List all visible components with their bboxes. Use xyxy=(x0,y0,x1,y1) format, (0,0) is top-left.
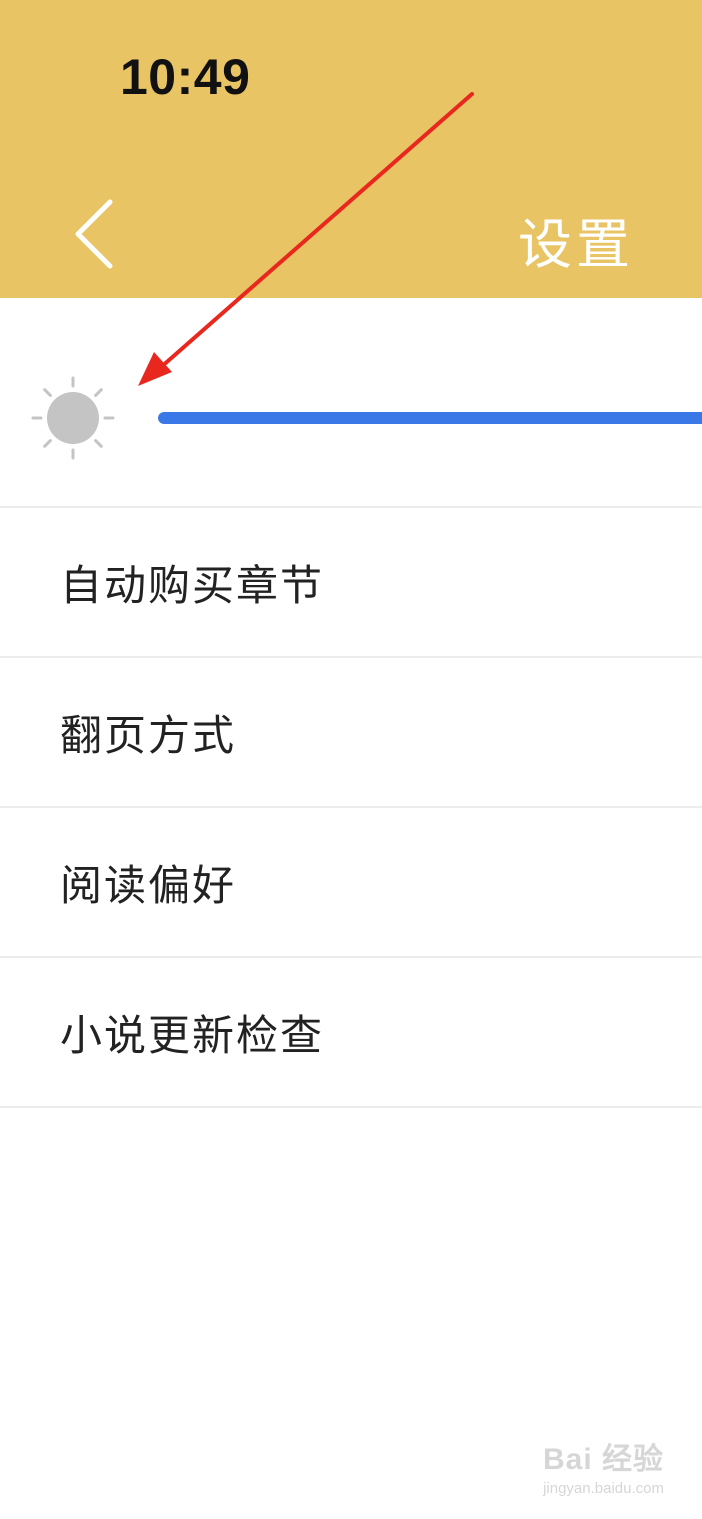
sun-icon xyxy=(31,376,115,460)
status-bar-time: 10:49 xyxy=(120,49,251,105)
brightness-slider-fill xyxy=(158,412,702,424)
menu-item-reading-preference[interactable]: 阅读偏好 xyxy=(0,808,702,958)
menu-item-label: 阅读偏好 xyxy=(60,860,237,910)
menu-item-label: 翻页方式 xyxy=(60,710,237,760)
back-button[interactable] xyxy=(62,196,132,272)
app-header: 10:49 设置 xyxy=(0,0,702,298)
menu-item-label: 自动购买章节 xyxy=(60,560,325,610)
menu-item-page-turn-mode[interactable]: 翻页方式 xyxy=(0,658,702,808)
menu-item-novel-update-check[interactable]: 小说更新检查 xyxy=(0,958,702,1108)
watermark-url: jingyan.baidu.com xyxy=(543,1480,664,1497)
watermark: Bai 经验 jingyan.baidu.com xyxy=(543,1434,664,1497)
settings-menu: 自动购买章节 翻页方式 阅读偏好 小说更新检查 xyxy=(0,508,702,1108)
brightness-slider[interactable] xyxy=(158,412,702,424)
page-title: 设置 xyxy=(518,213,634,276)
menu-item-label: 小说更新检查 xyxy=(60,1010,325,1060)
menu-item-auto-buy-chapters[interactable]: 自动购买章节 xyxy=(0,508,702,658)
brightness-control xyxy=(0,298,702,508)
chevron-left-icon xyxy=(75,199,113,269)
watermark-logo: Bai 经验 xyxy=(542,1443,664,1476)
